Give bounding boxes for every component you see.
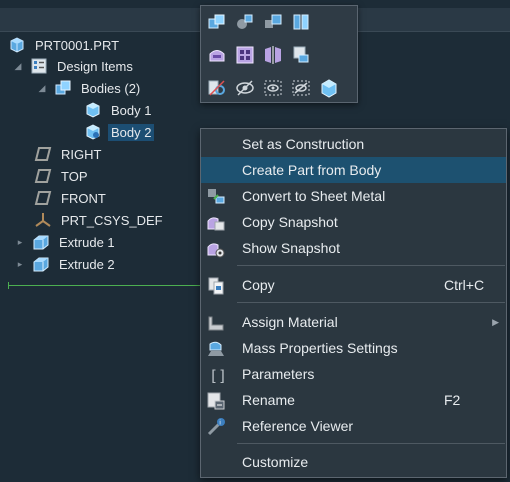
extrude-icon (32, 233, 50, 251)
menu-separator (237, 265, 505, 266)
isolate-icon[interactable] (260, 75, 286, 101)
menu-item-label: Show Snapshot (242, 240, 341, 256)
tree-item-body-1[interactable]: Body 1 (84, 99, 154, 121)
assign-material-icon (206, 313, 226, 333)
mass-properties-icon (206, 339, 226, 359)
parameters-icon: [] (206, 365, 226, 385)
body-icon (84, 123, 102, 141)
menu-item-label: Convert to Sheet Metal (242, 188, 386, 204)
expand-arrow-icon[interactable]: ▸ (14, 236, 26, 248)
rename-icon (206, 391, 226, 411)
reference-viewer-icon: i (206, 417, 226, 437)
menu-item-label: Rename (242, 392, 295, 408)
menu-item-parameters[interactable]: [] Parameters (201, 361, 506, 387)
design-items-icon (30, 57, 48, 75)
menu-item-reference-viewer[interactable]: i Reference Viewer (201, 413, 506, 439)
datum-plane-icon (34, 167, 52, 185)
menu-item-show-snapshot[interactable]: Show Snapshot (201, 235, 506, 261)
svg-text:[]: [] (209, 367, 226, 385)
body-edit-icon[interactable] (288, 9, 314, 35)
tree-item-label: FRONT (61, 190, 106, 206)
menu-item-rename[interactable]: Rename F2 (201, 387, 506, 413)
tree-item-label: PRT_CSYS_DEF (61, 212, 163, 228)
convert-sheetmetal-icon (206, 187, 226, 207)
pattern-icon[interactable] (232, 42, 258, 68)
tree-item-label: Extrude 1 (59, 234, 115, 250)
menu-item-label: Copy (242, 277, 275, 293)
tree-item-extrude-2[interactable]: ▸ Extrude 2 (14, 253, 118, 275)
menu-separator (237, 443, 505, 444)
tree-item-front[interactable]: FRONT (34, 187, 109, 209)
tree-item-label: Bodies (2) (81, 80, 141, 96)
menu-item-label: Parameters (242, 366, 315, 382)
menu-item-assign-material[interactable]: Assign Material ▶ (201, 309, 506, 335)
menu-item-label: Reference Viewer (242, 418, 354, 434)
menu-item-shortcut: F2 (444, 392, 461, 408)
tree-item-label: Design Items (57, 58, 133, 74)
tree-item-extrude-1[interactable]: ▸ Extrude 1 (14, 231, 118, 253)
bodies-icon (54, 79, 72, 97)
menu-item-label: Create Part from Body (242, 162, 382, 178)
hide-all-icon[interactable] (288, 75, 314, 101)
context-menu: Set as Construction Create Part from Bod… (200, 128, 507, 478)
menu-item-set-as-construction[interactable]: Set as Construction (201, 131, 506, 157)
tree-item-label: PRT0001.PRT (35, 37, 120, 53)
menu-item-create-part-from-body[interactable]: Create Part from Body (201, 157, 506, 183)
transform-icon[interactable] (260, 9, 286, 35)
tree-item-design-items[interactable]: ◢ Design Items (12, 55, 136, 77)
tree-item-label: Body 1 (111, 102, 152, 118)
tree-item-body-2[interactable]: Body 2 (84, 121, 155, 143)
submenu-arrow-icon: ▶ (492, 316, 499, 327)
tree-item-label: Extrude 2 (59, 256, 115, 272)
tree-item-bodies[interactable]: ◢ Bodies (2) (36, 77, 143, 99)
hide-others-icon[interactable] (204, 75, 230, 101)
collapse-arrow-icon[interactable]: ◢ (12, 60, 24, 72)
mini-toolbar (200, 5, 358, 103)
menu-item-mass-properties-settings[interactable]: Mass Properties Settings (201, 335, 506, 361)
body-icon (84, 101, 102, 119)
menu-separator (237, 302, 505, 303)
insert-indicator[interactable] (8, 282, 206, 289)
menu-item-label: Mass Properties Settings (242, 340, 398, 356)
tree-item-label: RIGHT (61, 146, 102, 162)
extrude-icon (32, 255, 50, 273)
tree-item-top[interactable]: TOP (34, 165, 91, 187)
tree-item-csys[interactable]: PRT_CSYS_DEF (34, 209, 166, 231)
datum-plane-icon (34, 145, 52, 163)
menu-item-label: Customize (242, 454, 309, 470)
copy-icon (206, 276, 226, 296)
hide-icon[interactable] (232, 75, 258, 101)
menu-item-label: Set as Construction (242, 136, 365, 152)
menu-item-shortcut: Ctrl+C (444, 277, 485, 293)
boolean-icon[interactable] (204, 9, 230, 35)
menu-item-copy[interactable]: Copy Ctrl+C (201, 272, 506, 298)
menu-item-copy-snapshot[interactable]: Copy Snapshot (201, 209, 506, 235)
tree-item-root[interactable]: PRT0001.PRT (8, 34, 122, 56)
menu-item-convert-to-sheet-metal[interactable]: Convert to Sheet Metal (201, 183, 506, 209)
split-icon[interactable] (232, 9, 258, 35)
expand-arrow-icon[interactable]: ▸ (14, 258, 26, 270)
tree-item-right[interactable]: RIGHT (34, 143, 104, 165)
show-icon[interactable] (316, 75, 342, 101)
collapse-arrow-icon[interactable]: ◢ (36, 82, 48, 94)
part-icon (8, 36, 26, 54)
menu-item-customize[interactable]: Customize (201, 449, 506, 475)
menu-item-label: Assign Material (242, 314, 338, 330)
remove-body-icon[interactable] (204, 42, 230, 68)
menu-item-label: Copy Snapshot (242, 214, 338, 230)
copy-snapshot-icon (206, 213, 226, 233)
new-body-icon[interactable] (288, 42, 314, 68)
tree-item-label: TOP (61, 168, 88, 184)
csys-icon (34, 211, 52, 229)
show-snapshot-icon (206, 239, 226, 259)
mirror-icon[interactable] (260, 42, 286, 68)
datum-plane-icon (34, 189, 52, 207)
tree-item-label: Body 2 (108, 123, 155, 141)
